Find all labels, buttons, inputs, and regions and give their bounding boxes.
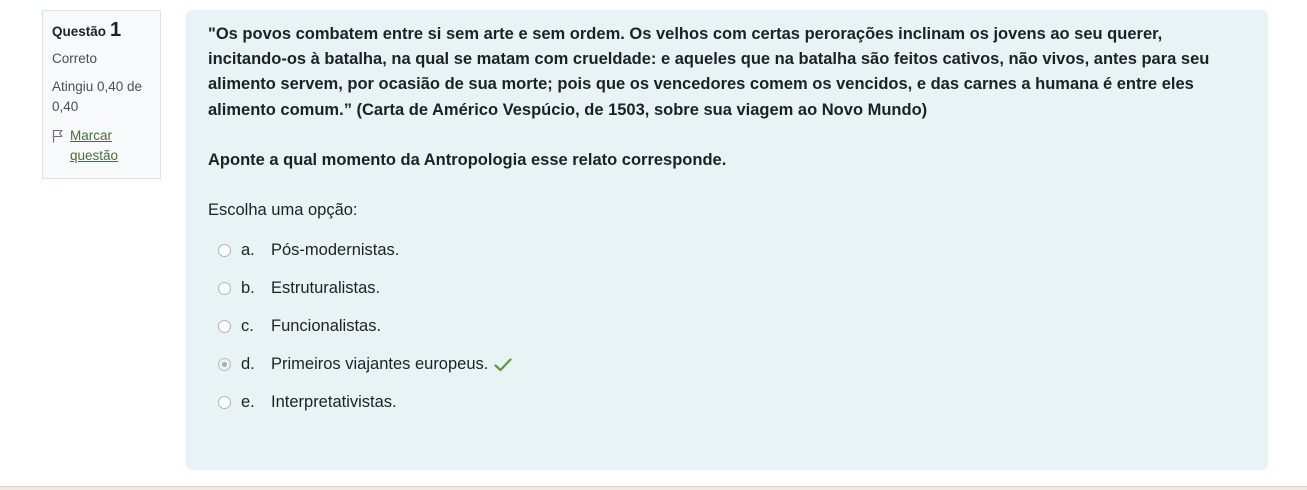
question-page: Questão 1 Correto Atingiu 0,40 de 0,40 M… bbox=[0, 0, 1307, 490]
radio-button[interactable] bbox=[218, 282, 231, 296]
question-grade: Atingiu 0,40 de 0,40 bbox=[52, 79, 143, 114]
flag-icon bbox=[52, 129, 63, 143]
answer-text: Primeiros viajantes europeus. bbox=[271, 355, 489, 374]
answer-option-b[interactable]: b. Estruturalistas. bbox=[208, 270, 1238, 308]
answer-text: Pós-modernistas. bbox=[271, 241, 400, 260]
answer-option-e[interactable]: e. Interpretativistas. bbox=[208, 384, 1238, 422]
question-info-panel: Questão 1 Correto Atingiu 0,40 de 0,40 M… bbox=[42, 10, 161, 179]
answer-letter: d. bbox=[241, 355, 255, 374]
flag-question-label[interactable]: Marcar questão bbox=[70, 126, 151, 166]
radio-button[interactable] bbox=[218, 320, 231, 334]
question-content: "Os povos combatem entre si sem arte e s… bbox=[186, 10, 1268, 470]
question-number-line: Questão 1 bbox=[52, 19, 151, 43]
answer-letter: e. bbox=[241, 393, 255, 412]
answer-text: Funcionalistas. bbox=[271, 317, 382, 336]
answer-text: Interpretativistas. bbox=[271, 393, 397, 412]
check-icon bbox=[494, 358, 512, 371]
answer-option-c[interactable]: c. Funcionalistas. bbox=[208, 308, 1238, 346]
question-text: "Os povos combatem entre si sem arte e s… bbox=[208, 25, 1210, 119]
answer-list: a. Pós-modernistas. b. Estruturalistas. … bbox=[208, 232, 1238, 422]
choose-option-label: Escolha uma opção: bbox=[208, 200, 358, 219]
question-number: 1 bbox=[110, 19, 122, 41]
answer-option-a[interactable]: a. Pós-modernistas. bbox=[208, 232, 1238, 270]
radio-button-selected[interactable] bbox=[218, 358, 231, 372]
radio-button[interactable] bbox=[218, 244, 231, 258]
question-label: Questão bbox=[52, 24, 107, 39]
answer-letter: c. bbox=[241, 317, 254, 336]
bottom-divider bbox=[0, 486, 1307, 490]
question-prompt: Aponte a qual momento da Antropologia es… bbox=[208, 150, 727, 169]
answer-text: Estruturalistas. bbox=[271, 279, 381, 298]
radio-button[interactable] bbox=[218, 396, 231, 410]
answer-letter: b. bbox=[241, 279, 255, 298]
question-state: Correto bbox=[52, 51, 98, 66]
answer-option-d[interactable]: d. Primeiros viajantes europeus. bbox=[208, 346, 1238, 384]
answer-letter: a. bbox=[241, 241, 255, 260]
flag-question-link[interactable]: Marcar questão bbox=[52, 126, 151, 166]
